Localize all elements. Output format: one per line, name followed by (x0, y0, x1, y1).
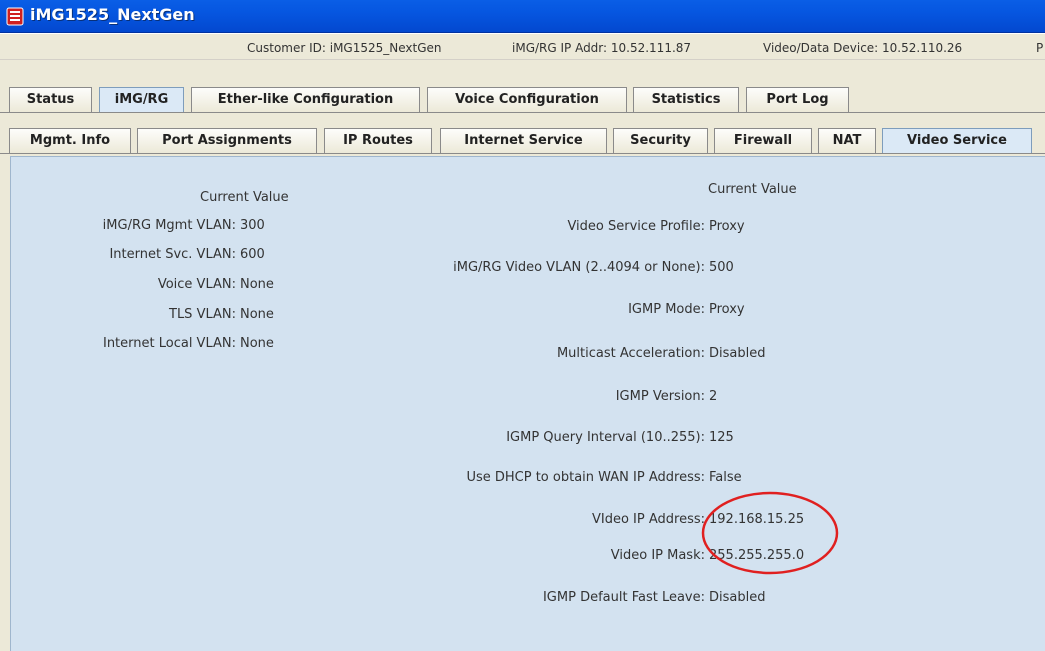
video-ip-mask-label: Video IP Mask: (610, 548, 705, 563)
right-column-header: Current Value (708, 182, 797, 197)
tab-status[interactable]: Status (9, 87, 92, 112)
tab-ip-routes[interactable]: IP Routes (324, 128, 432, 153)
tab-port-assignments[interactable]: Port Assignments (137, 128, 317, 153)
tab-img-rg[interactable]: iMG/RG (99, 87, 184, 112)
info-truncated: P (1036, 41, 1044, 55)
tab-video-service[interactable]: Video Service (882, 128, 1032, 153)
annotation-circle (701, 491, 839, 575)
video-service-profile-label: Video Service Profile: (567, 219, 705, 234)
igmp-version-value: 2 (709, 389, 718, 404)
tab-port-log[interactable]: Port Log (746, 87, 849, 112)
tls-vlan-label: TLS VLAN: (169, 307, 236, 322)
igmp-mode-value: Proxy (709, 302, 745, 317)
ip-address: iMG/RG IP Addr: 10.52.111.87 (512, 41, 692, 55)
internet-svc-vlan-value: 600 (240, 247, 265, 262)
mgmt-vlan-label: iMG/RG Mgmt VLAN: (102, 218, 236, 233)
tab-firewall[interactable]: Firewall (714, 128, 812, 153)
title-bar: iMG1525_NextGen (0, 0, 1045, 33)
subtab-row-border (0, 153, 1045, 154)
tab-mgmt-info[interactable]: Mgmt. Info (9, 128, 131, 153)
video-ip-address-label: VIdeo IP Address: (591, 512, 705, 527)
tab-statistics[interactable]: Statistics (633, 87, 739, 112)
customer-id: Customer ID: iMG1525_NextGen (247, 41, 442, 55)
internet-local-vlan-value: None (240, 336, 274, 351)
device-info-bar: Customer ID: iMG1525_NextGen iMG/RG IP A… (0, 34, 1045, 60)
igmp-query-interval-value: 125 (709, 430, 734, 445)
video-vlan-value: 500 (709, 260, 734, 275)
window-title: iMG1525_NextGen (30, 5, 195, 24)
mgmt-vlan-value: 300 (240, 218, 265, 233)
tab-security[interactable]: Security (613, 128, 708, 153)
igmp-query-interval-label: IGMP Query Interval (10..255): (506, 430, 705, 445)
tab-voice-configuration[interactable]: Voice Configuration (427, 87, 627, 112)
tab-ether-like-configuration[interactable]: Ether-like Configuration (191, 87, 420, 112)
igmp-mode-label: IGMP Mode: (628, 302, 705, 317)
tls-vlan-value: None (240, 307, 274, 322)
voice-vlan-label: Voice VLAN: (157, 277, 236, 292)
voice-vlan-value: None (240, 277, 274, 292)
internet-svc-vlan-label: Internet Svc. VLAN: (109, 247, 236, 262)
tab-row-border (0, 112, 1045, 113)
use-dhcp-label: Use DHCP to obtain WAN IP Address: (466, 470, 705, 485)
tab-internet-service[interactable]: Internet Service (440, 128, 607, 153)
igmp-fast-leave-value: Disabled (709, 590, 766, 605)
internet-local-vlan-label: Internet Local VLAN: (102, 336, 236, 351)
tab-nat[interactable]: NAT (818, 128, 876, 153)
app-icon (6, 7, 24, 26)
igmp-fast-leave-label: IGMP Default Fast Leave: (542, 590, 705, 605)
igmp-version-label: IGMP Version: (615, 389, 705, 404)
multicast-acceleration-value: Disabled (709, 346, 766, 361)
use-dhcp-value: False (709, 470, 742, 485)
multicast-acceleration-label: Multicast Acceleration: (556, 346, 705, 361)
left-column-header: Current Value (200, 190, 289, 205)
video-vlan-label: iMG/RG Video VLAN (2..4094 or None): (453, 260, 705, 275)
video-service-profile-value: Proxy (709, 219, 745, 234)
video-device: Video/Data Device: 10.52.110.26 (763, 41, 963, 55)
